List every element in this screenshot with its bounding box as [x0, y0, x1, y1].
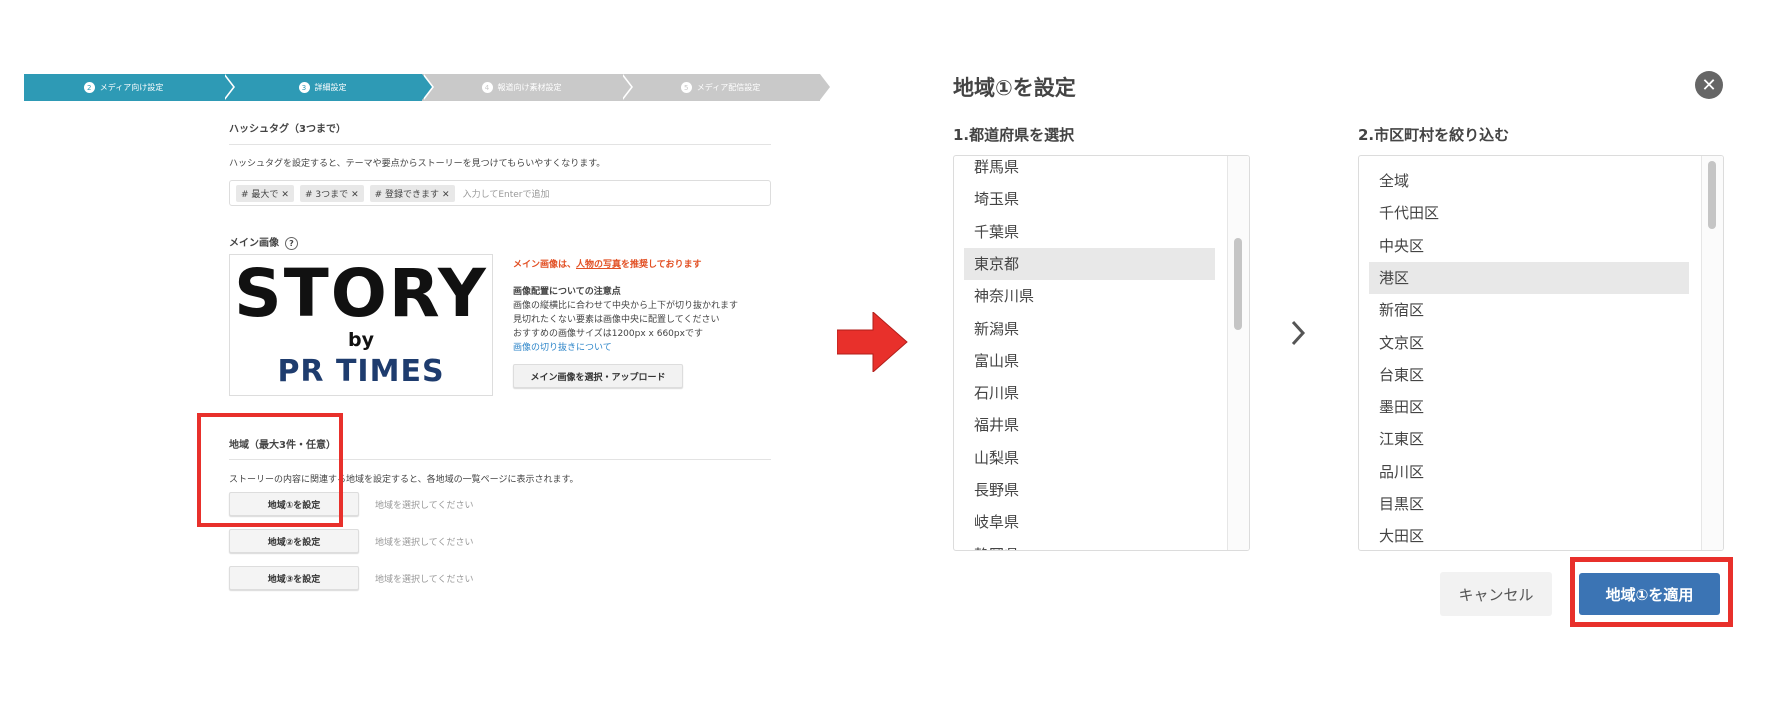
hashtag-chip: # 登録できます ✕: [369, 184, 455, 202]
step-media-distribution-settings[interactable]: 5 メディア配信設定: [621, 74, 832, 101]
region-3-hint: 地域を選択してください: [375, 575, 474, 585]
ward-column-title: 2.市区町村を絞り込む: [1358, 126, 1510, 144]
highlight-box-apply-button: [1570, 557, 1733, 627]
prefecture-option[interactable]: 群馬県: [964, 156, 1215, 183]
flow-arrow-icon: [837, 312, 908, 372]
hashtag-input[interactable]: # 最大で ✕ # 3つまで ✕ # 登録できます ✕ 入力してEnterで追加: [229, 180, 771, 206]
prefecture-option[interactable]: 福井県: [964, 409, 1215, 441]
prefecture-option[interactable]: 千葉県: [964, 216, 1215, 248]
hashtag-section-title: ハッシュタグ（3つまで）: [229, 124, 346, 135]
prefecture-option[interactable]: 富山県: [964, 345, 1215, 377]
step-number: 3: [298, 82, 310, 93]
prefecture-option[interactable]: 埼玉県: [964, 183, 1215, 215]
logo-by-text: by: [348, 329, 374, 351]
image-notes-title: 画像配置についての注意点: [513, 287, 621, 297]
hashtag-placeholder[interactable]: 入力してEnterで追加: [463, 187, 550, 200]
prefecture-option[interactable]: 神奈川県: [964, 280, 1215, 312]
remove-tag-icon[interactable]: ✕: [442, 190, 450, 200]
logo-prtimes-text: PR TIMES: [277, 354, 445, 389]
step-label: 報道向け素材設定: [497, 83, 562, 92]
prefecture-option[interactable]: 岐阜県: [964, 506, 1215, 538]
divider: [229, 144, 771, 145]
ward-scroll-thumb[interactable]: [1708, 161, 1716, 229]
image-note: おすすめの画像サイズは1200px x 660pxです: [513, 329, 703, 339]
main-image-preview[interactable]: STORY by PR TIMES: [229, 254, 493, 396]
logo-story-text: STORY: [234, 255, 488, 332]
hashtag-chip: # 3つまで ✕: [299, 184, 364, 202]
ward-scrollbar[interactable]: [1701, 156, 1723, 550]
ward-option[interactable]: 千代田区: [1369, 197, 1689, 229]
image-notes: 画像配置についての注意点 画像の縦横比に合わせて中央から上下が切り抜かれます 見…: [513, 285, 738, 355]
step-label: 詳細設定: [314, 83, 347, 92]
ward-option[interactable]: 文京区: [1369, 327, 1689, 359]
ward-option[interactable]: 全域: [1369, 165, 1689, 197]
image-note: 画像の縦横比に合わせて中央から上下が切り抜かれます: [513, 301, 739, 311]
highlight-box-region-buttons: [197, 413, 343, 527]
set-region-2-button[interactable]: 地域②を設定: [229, 529, 359, 553]
help-icon[interactable]: ?: [285, 236, 298, 250]
ward-option[interactable]: 品川区: [1369, 456, 1689, 488]
prefecture-option[interactable]: 山梨県: [964, 442, 1215, 474]
prefecture-column-title: 1.都道府県を選択: [953, 126, 1075, 144]
hashtag-description: ハッシュタグを設定すると、テーマや要点からストーリーを見つけてもらいやすくなりま…: [229, 159, 606, 169]
prefecture-option[interactable]: 石川県: [964, 377, 1215, 409]
step-detail-settings[interactable]: 3 詳細設定: [223, 74, 434, 101]
set-region-3-button[interactable]: 地域③を設定: [229, 566, 359, 590]
step-number: 5: [680, 82, 692, 93]
prefecture-option[interactable]: 新潟県: [964, 313, 1215, 345]
region-1-hint: 地域を選択してください: [375, 501, 474, 511]
region-2-hint: 地域を選択してください: [375, 538, 474, 548]
image-note: 見切れたくない要素は画像中央に配置してください: [513, 315, 720, 325]
ward-option[interactable]: 中央区: [1369, 230, 1689, 262]
close-icon[interactable]: ✕: [1695, 71, 1723, 99]
step-label: メディア向け設定: [99, 83, 164, 92]
ward-list[interactable]: 大田区 目黒区 品川区 江東区 墨田区 台東区 文京区 新宿区 港区 中央区 千代田区 全域: [1358, 155, 1724, 551]
step-number: 4: [481, 82, 493, 93]
prefecture-scroll-thumb[interactable]: [1234, 238, 1242, 330]
prefecture-list[interactable]: 静岡県岐阜県長野県山梨県福井県石川県富山県新潟県神奈川県東京都千葉県埼玉県群馬県: [953, 155, 1250, 551]
chevron-right-icon: [1291, 320, 1306, 346]
ward-option[interactable]: 目黒区: [1369, 488, 1689, 520]
ward-option[interactable]: 台東区: [1369, 359, 1689, 391]
step-media-settings[interactable]: 2 メディア向け設定: [24, 74, 235, 101]
step-label: メディア配信設定: [696, 83, 761, 92]
image-crop-help-link[interactable]: 画像の切り抜きについて: [513, 341, 738, 355]
cancel-button[interactable]: キャンセル: [1440, 572, 1552, 616]
main-image-warning: メイン画像は、人物の写真を推奨しております: [513, 260, 702, 270]
dialog-title: 地域①を設定: [953, 76, 1076, 100]
prefecture-option[interactable]: 静岡県: [964, 539, 1215, 550]
ward-option[interactable]: 大田区: [1369, 520, 1689, 550]
step-press-material-settings[interactable]: 4 報道向け素材設定: [422, 74, 633, 101]
ward-option[interactable]: 江東区: [1369, 423, 1689, 455]
remove-tag-icon[interactable]: ✕: [281, 190, 289, 200]
upload-main-image-button[interactable]: メイン画像を選択・アップロード: [513, 364, 683, 388]
progress-stepper: 2 メディア向け設定 3 詳細設定 4 報道向け素材設定 5 メディア配信設定: [24, 74, 832, 101]
ward-option[interactable]: 新宿区: [1369, 294, 1689, 326]
hashtag-chip: # 最大で ✕: [236, 184, 294, 202]
remove-tag-icon[interactable]: ✕: [351, 190, 359, 200]
main-image-section-title: メイン画像?: [229, 234, 298, 250]
step-number: 2: [83, 82, 95, 93]
prefecture-option[interactable]: 長野県: [964, 474, 1215, 506]
ward-option[interactable]: 墨田区: [1369, 391, 1689, 423]
prefecture-option[interactable]: 東京都: [964, 247, 1215, 280]
ward-option[interactable]: 港区: [1369, 261, 1689, 294]
prefecture-scrollbar[interactable]: [1227, 156, 1249, 550]
story-editor-panel: 2 メディア向け設定 3 詳細設定 4 報道向け素材設定 5 メディア配信設定 …: [24, 74, 832, 634]
